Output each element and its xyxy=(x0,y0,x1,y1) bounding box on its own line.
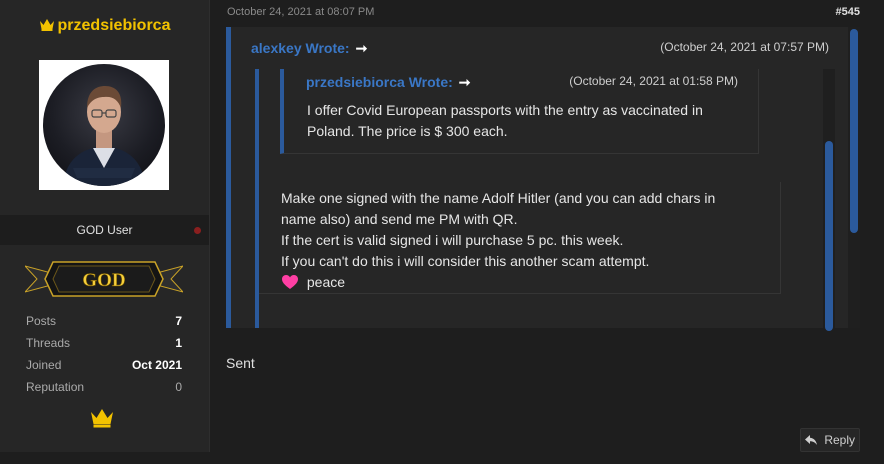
arrow-right-icon[interactable]: ➞ xyxy=(356,40,368,57)
quoted-reply-text: Make one signed with the name Adolf Hitl… xyxy=(281,188,715,293)
quoted-reply-line-peace: peace xyxy=(281,272,715,293)
outer-quote-author-text: alexkey Wrote: xyxy=(251,40,350,56)
avatar[interactable] xyxy=(39,60,169,190)
quoted-reply: Make one signed with the name Adolf Hitl… xyxy=(259,182,781,294)
user-stats: Posts 7 Threads 1 Joined Oct 2021 Reputa… xyxy=(26,314,182,402)
inner-quote: przedsiebiorca Wrote: ➞ (October 24, 2021… xyxy=(255,69,835,331)
outer-quote: alexkey Wrote: ➞ (October 24, 2021 at 07:… xyxy=(226,27,860,331)
user-panel: przedsiebiorca GOD User GOD Posts 7 Thre… xyxy=(0,0,210,452)
nested-quote-author-text: przedsiebiorca Wrote: xyxy=(306,74,453,90)
outer-quote-time: (October 24, 2021 at 07:57 PM) xyxy=(660,40,829,54)
offline-status-icon xyxy=(194,227,201,234)
stat-label: Reputation xyxy=(26,380,85,394)
inner-quote-scrollbar-thumb[interactable] xyxy=(825,141,833,331)
nested-quote-author[interactable]: przedsiebiorca Wrote: ➞ xyxy=(306,74,471,91)
stat-row-threads: Threads 1 xyxy=(26,336,182,358)
stat-value: Oct 2021 xyxy=(131,358,182,372)
stat-value: 7 xyxy=(175,314,182,328)
post-body-text: Sent xyxy=(226,355,255,371)
quoted-reply-line: If the cert is valid signed i will purch… xyxy=(281,232,624,248)
nested-quote-time: (October 24, 2021 at 01:58 PM) xyxy=(569,74,738,88)
reply-button-label: Reply xyxy=(824,433,856,447)
crown-icon xyxy=(39,18,55,36)
nested-quote: przedsiebiorca Wrote: ➞ (October 24, 2021… xyxy=(280,69,759,154)
rank-badge-text: GOD xyxy=(82,270,125,291)
crown-icon xyxy=(90,408,114,433)
quoted-reply-line: Make one signed with the name Adolf Hitl… xyxy=(281,190,716,206)
nested-quote-line: I offer Covid European passports with th… xyxy=(307,102,703,118)
post-number-link[interactable]: #545 xyxy=(836,6,860,18)
stat-value: 1 xyxy=(175,336,182,350)
outer-quote-scrollbar[interactable] xyxy=(848,27,860,328)
user-title: GOD User xyxy=(76,223,133,237)
heart-icon xyxy=(281,274,303,290)
stat-row-joined: Joined Oct 2021 xyxy=(26,358,182,380)
avatar-photo xyxy=(43,64,165,186)
nested-quote-line: Poland. The price is $ 300 each. xyxy=(307,123,508,139)
stat-row-reputation: Reputation 0 xyxy=(26,380,182,402)
inner-quote-scrollbar[interactable] xyxy=(823,69,835,331)
outer-quote-scrollbar-thumb[interactable] xyxy=(850,29,858,233)
quoted-reply-peace-text: peace xyxy=(306,274,346,290)
stat-row-posts: Posts 7 xyxy=(26,314,182,336)
stat-label: Threads xyxy=(26,336,71,350)
username[interactable]: przedsiebiorca xyxy=(0,17,209,36)
rank-badge-image: GOD xyxy=(23,258,185,300)
username-text: przedsiebiorca xyxy=(57,17,171,34)
user-title-bar: GOD User xyxy=(0,215,209,245)
post-date: October 24, 2021 at 08:07 PM xyxy=(227,6,375,18)
outer-quote-author[interactable]: alexkey Wrote: ➞ xyxy=(251,40,367,57)
stat-label: Posts xyxy=(26,314,57,328)
stat-label: Joined xyxy=(26,358,62,372)
arrow-right-icon[interactable]: ➞ xyxy=(459,74,471,91)
quoted-reply-line: name also) and send me PM with QR. xyxy=(281,211,518,227)
nested-quote-text: I offer Covid European passports with th… xyxy=(307,100,747,142)
stat-value: 0 xyxy=(175,380,182,394)
quoted-reply-line: If you can't do this i will consider thi… xyxy=(281,253,650,269)
reply-button[interactable]: Reply xyxy=(800,428,860,452)
reply-icon xyxy=(804,433,820,447)
